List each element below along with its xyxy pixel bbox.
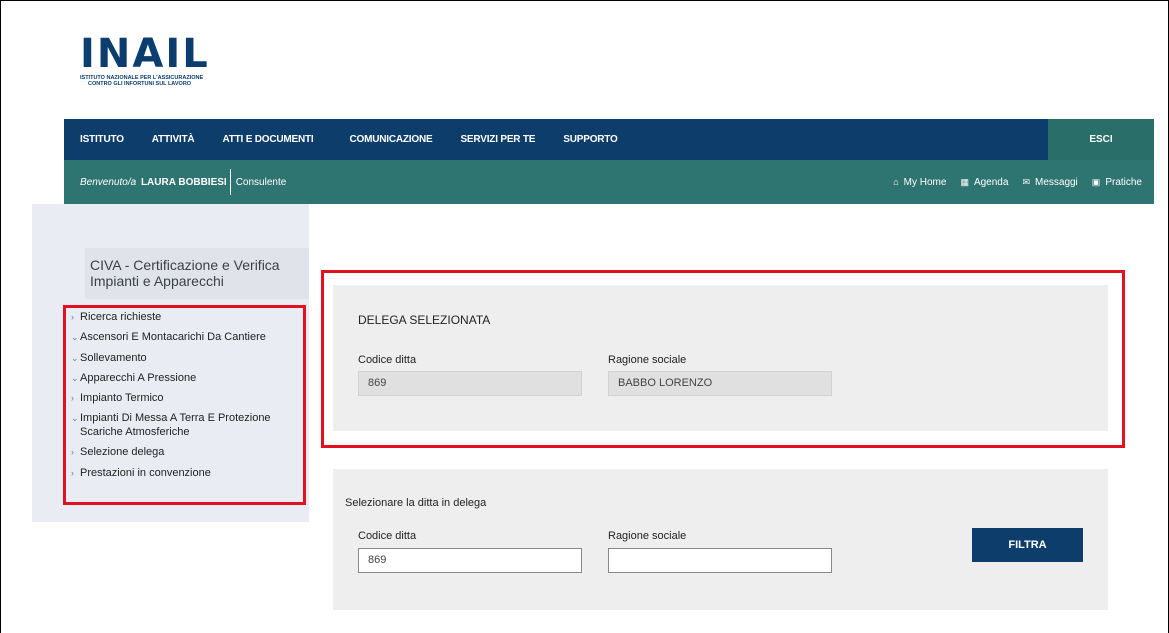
nav-servizi-per-te[interactable]: SERVIZI PER TE	[446, 134, 549, 145]
link-messaggi[interactable]: ✉ Messaggi	[1022, 177, 1077, 188]
envelope-icon: ✉	[1022, 176, 1030, 187]
quick-links: ⌂ My Home ▦ Agenda ✉ Messaggi ▣ Pratiche	[893, 160, 1142, 204]
logo-subtitle: ISTITUTO NAZIONALE PER L'ASSICURAZIONE C…	[80, 75, 240, 87]
welcome-prefix: Benvenuto/a	[80, 176, 137, 188]
nav-istituto[interactable]: ISTITUTO	[64, 134, 138, 145]
nav-supporto[interactable]: SUPPORTO	[549, 134, 631, 145]
user-role: Consulente	[235, 176, 287, 188]
filter-codice-ditta-label: Codice ditta	[358, 530, 417, 542]
home-icon: ⌂	[893, 177, 899, 187]
link-my-home-label: My Home	[903, 176, 947, 188]
user-separator	[229, 169, 231, 195]
user-bar: Benvenuto/a LAURA BOBBIESI Consulente ⌂ …	[64, 160, 1154, 204]
folder-icon: ▣	[1091, 176, 1101, 187]
sidebar-title: CIVA - Certificazione e Verifica Impiant…	[90, 257, 280, 289]
nav-comunicazione[interactable]: COMUNICAZIONE	[328, 134, 447, 145]
calendar-icon: ▦	[960, 176, 969, 187]
nav-atti-e-documenti[interactable]: ATTI E DOCUMENTI	[208, 134, 327, 145]
link-agenda[interactable]: ▦ Agenda	[960, 177, 1008, 188]
user-name: LAURA BOBBIESI	[140, 176, 227, 188]
nav-attivita[interactable]: ATTIVITÀ	[138, 134, 209, 145]
logo-subtitle-line2: CONTRO GLI INFORTUNI SUL LAVORO	[88, 81, 192, 87]
selected-delegation-highlight-box	[321, 270, 1125, 448]
logo-mark: INAIL	[80, 31, 210, 77]
delegation-filter-title: Selezionare la ditta in delega	[345, 497, 487, 509]
link-pratiche-label: Pratiche	[1105, 176, 1142, 188]
welcome-text: Benvenuto/a LAURA BOBBIESI	[64, 177, 227, 188]
link-messaggi-label: Messaggi	[1034, 176, 1078, 188]
link-agenda-label: Agenda	[973, 176, 1009, 188]
filter-codice-ditta-input[interactable]: 869	[358, 548, 582, 573]
sidebar-highlight-box	[63, 305, 306, 505]
link-pratiche[interactable]: ▣ Pratiche	[1092, 177, 1142, 188]
filter-button[interactable]: FILTRA	[972, 528, 1083, 562]
inail-logo[interactable]: INAIL ISTITUTO NAZIONALE PER L'ASSICURAZ…	[80, 34, 240, 94]
filter-ragione-sociale-input[interactable]	[608, 548, 832, 573]
main-navigation: ISTITUTO ATTIVITÀ ATTI E DOCUMENTI COMUN…	[64, 119, 1154, 160]
logout-button[interactable]: ESCI	[1048, 119, 1154, 160]
filter-ragione-sociale-label: Ragione sociale	[608, 530, 687, 542]
link-my-home[interactable]: ⌂ My Home	[893, 177, 946, 188]
